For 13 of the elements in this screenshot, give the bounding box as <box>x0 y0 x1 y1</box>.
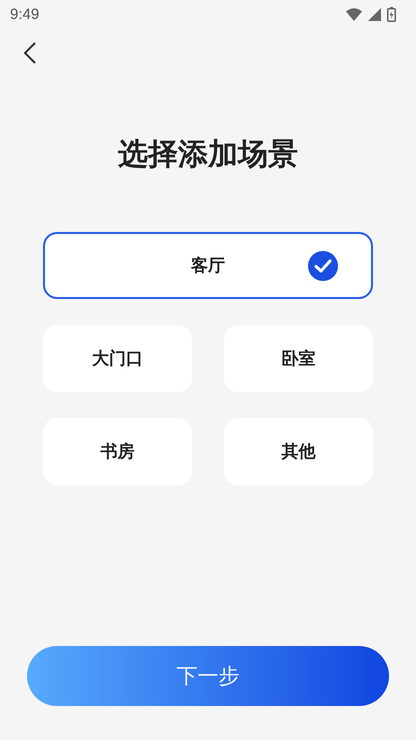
battery-icon <box>387 6 396 22</box>
scene-option[interactable]: 其他 <box>224 418 373 485</box>
next-button[interactable]: 下一步 <box>27 646 389 706</box>
check-icon <box>308 251 338 281</box>
back-button[interactable] <box>22 40 38 66</box>
wifi-icon <box>346 8 362 20</box>
signal-icon <box>368 8 381 20</box>
scene-option[interactable]: 大门口 <box>43 325 192 392</box>
scene-option[interactable]: 书房 <box>43 418 192 485</box>
scene-option[interactable]: 客厅 <box>43 232 373 299</box>
scene-option[interactable]: 卧室 <box>224 325 373 392</box>
status-time: 9:49 <box>10 6 40 22</box>
page-title: 选择添加场景 <box>117 136 299 174</box>
